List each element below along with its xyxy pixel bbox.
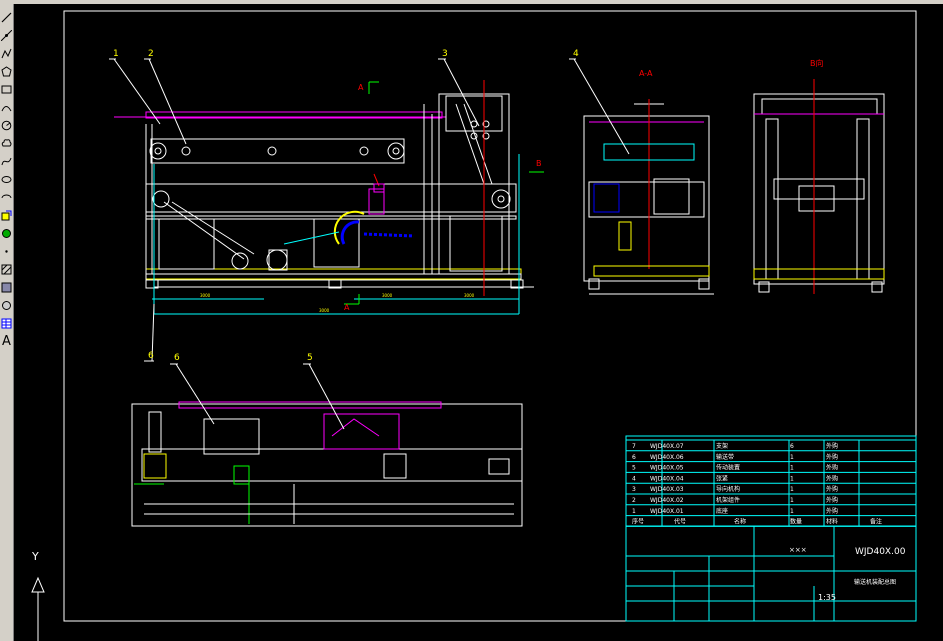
arc-icon[interactable] <box>0 98 13 116</box>
bom-cell-no: 2 <box>632 497 636 504</box>
bom-cell-code: WJD40X.03 <box>650 486 684 493</box>
drawing-border <box>63 10 917 622</box>
balloon-6b: 6 <box>174 353 180 363</box>
bom-cell-qty: 1 <box>790 475 794 482</box>
draw-toolbar: A <box>0 4 14 641</box>
bom-cell-name: 机架组件 <box>716 496 740 504</box>
bom-cell-qty: 1 <box>790 465 794 472</box>
mark-b: B <box>536 159 542 168</box>
bom-cell-name: 支架 <box>716 442 728 450</box>
front-view <box>114 80 544 315</box>
bom-cell-name: 输送带 <box>716 453 734 461</box>
hatch-icon[interactable] <box>0 260 13 278</box>
bom-cell-no: 1 <box>632 508 636 515</box>
bom-texts: 7 WJD40X.07 支架 6 外购 6 WJD40X.06 输送带 1 外购 5 WJD40X.0… <box>632 442 882 526</box>
make-block-icon[interactable] <box>0 224 13 242</box>
bom-cell-code: WJD40X.06 <box>650 454 684 461</box>
bom-cell-no: 5 <box>632 465 636 472</box>
bom-cell-note: 外购 <box>826 453 838 461</box>
bom-cell-qty: 1 <box>790 486 794 493</box>
bom-cell-qty: 6 <box>790 443 794 450</box>
bom-cell-note: 外购 <box>826 464 838 472</box>
bom-cell-note: 外购 <box>826 485 838 493</box>
ucs-y-label: Y <box>31 550 39 563</box>
multiline-text-icon[interactable]: A <box>0 332 13 350</box>
bom-cell-name: 底座 <box>716 507 728 515</box>
bom-cell-no: 7 <box>632 443 636 450</box>
line-icon[interactable] <box>0 8 13 26</box>
bom-cell-qty: 1 <box>790 497 794 504</box>
dimension-text: 3000 <box>319 308 330 313</box>
balloon-6a: 6 <box>148 351 154 361</box>
top-view <box>131 401 523 527</box>
bom-cell-note: 外购 <box>826 442 838 450</box>
bom-cell-no: 4 <box>632 475 636 482</box>
balloon-1: 1 <box>113 49 119 59</box>
spline-icon[interactable] <box>0 152 13 170</box>
bom-cell-note: 外购 <box>826 474 838 482</box>
balloon-4: 4 <box>573 49 579 59</box>
bom-cell-code: WJD40X.04 <box>650 475 684 482</box>
bom-cell-name: 张紧 <box>716 474 728 482</box>
balloon-3: 3 <box>442 49 448 59</box>
section-label: A-A <box>639 69 653 78</box>
text-tool-label: A <box>2 333 11 349</box>
scale-value: 1:35 <box>818 593 836 602</box>
rectangle-icon[interactable] <box>0 80 13 98</box>
mark-a-bottom: A <box>344 303 350 312</box>
mark-a-top: A <box>358 83 364 92</box>
bom-header-code: 代号 <box>674 518 686 526</box>
drawing-canvas[interactable]: 1 2 3 4 5 6 6 A-A B向 A A B 3000 3000 300… <box>14 4 943 641</box>
bom-cell-code: WJD40X.05 <box>650 465 684 472</box>
point-icon[interactable] <box>0 242 13 260</box>
polygon-icon[interactable] <box>0 62 13 80</box>
bom-header-no: 序号 <box>632 518 644 526</box>
balloon-2: 2 <box>148 49 154 59</box>
construction-line-icon[interactable] <box>0 26 13 44</box>
dimension-text: 3000 <box>200 293 211 298</box>
bom-cell-note: 外购 <box>826 507 838 515</box>
section-view-a-a <box>583 99 714 295</box>
bom-cell-code: WJD40X.07 <box>650 443 684 450</box>
bom-cell-qty: 1 <box>790 508 794 515</box>
bom-header-name: 名称 <box>734 518 746 526</box>
view-b-label: B向 <box>810 58 824 68</box>
gradient-icon[interactable] <box>0 278 13 296</box>
bom-cell-name: 传动装置 <box>716 464 740 472</box>
balloon-5: 5 <box>307 353 313 363</box>
title-texts: ××× WJD40X.00 输送机装配总图 1:35 <box>789 546 906 602</box>
bom-cell-note: 外购 <box>826 496 838 504</box>
bom-cell-code: WJD40X.02 <box>650 497 684 504</box>
circle-icon[interactable] <box>0 116 13 134</box>
region-icon[interactable] <box>0 296 13 314</box>
drawing-title: 输送机装配总图 <box>854 578 896 586</box>
bom-cell-qty: 1 <box>790 454 794 461</box>
bom-header-qty: 数量 <box>790 518 802 526</box>
drawing-number: WJD40X.00 <box>855 547 906 557</box>
table-icon[interactable] <box>0 314 13 332</box>
bom-cell-name: 导向机构 <box>716 485 740 493</box>
bom-header-material: 材料 <box>826 518 838 526</box>
bom-cell-no: 6 <box>632 454 636 461</box>
ucs-icon: Y <box>31 550 45 641</box>
bom-header-note: 备注 <box>870 518 882 526</box>
ellipse-arc-icon[interactable] <box>0 188 13 206</box>
view-b <box>753 79 885 294</box>
dimension-text: 3000 <box>382 293 393 298</box>
revision-cloud-icon[interactable] <box>0 134 13 152</box>
ellipse-icon[interactable] <box>0 170 13 188</box>
bom-cell-no: 3 <box>632 486 636 493</box>
dimension-text: 3000 <box>464 293 475 298</box>
dimension-texts: 3000 3000 3000 3000 <box>200 293 475 313</box>
polyline-icon[interactable] <box>0 44 13 62</box>
company-name: ××× <box>789 546 807 554</box>
bom-cell-code: WJD40X.01 <box>650 508 684 515</box>
balloon-leaders <box>109 58 630 430</box>
insert-block-icon[interactable] <box>0 206 13 224</box>
